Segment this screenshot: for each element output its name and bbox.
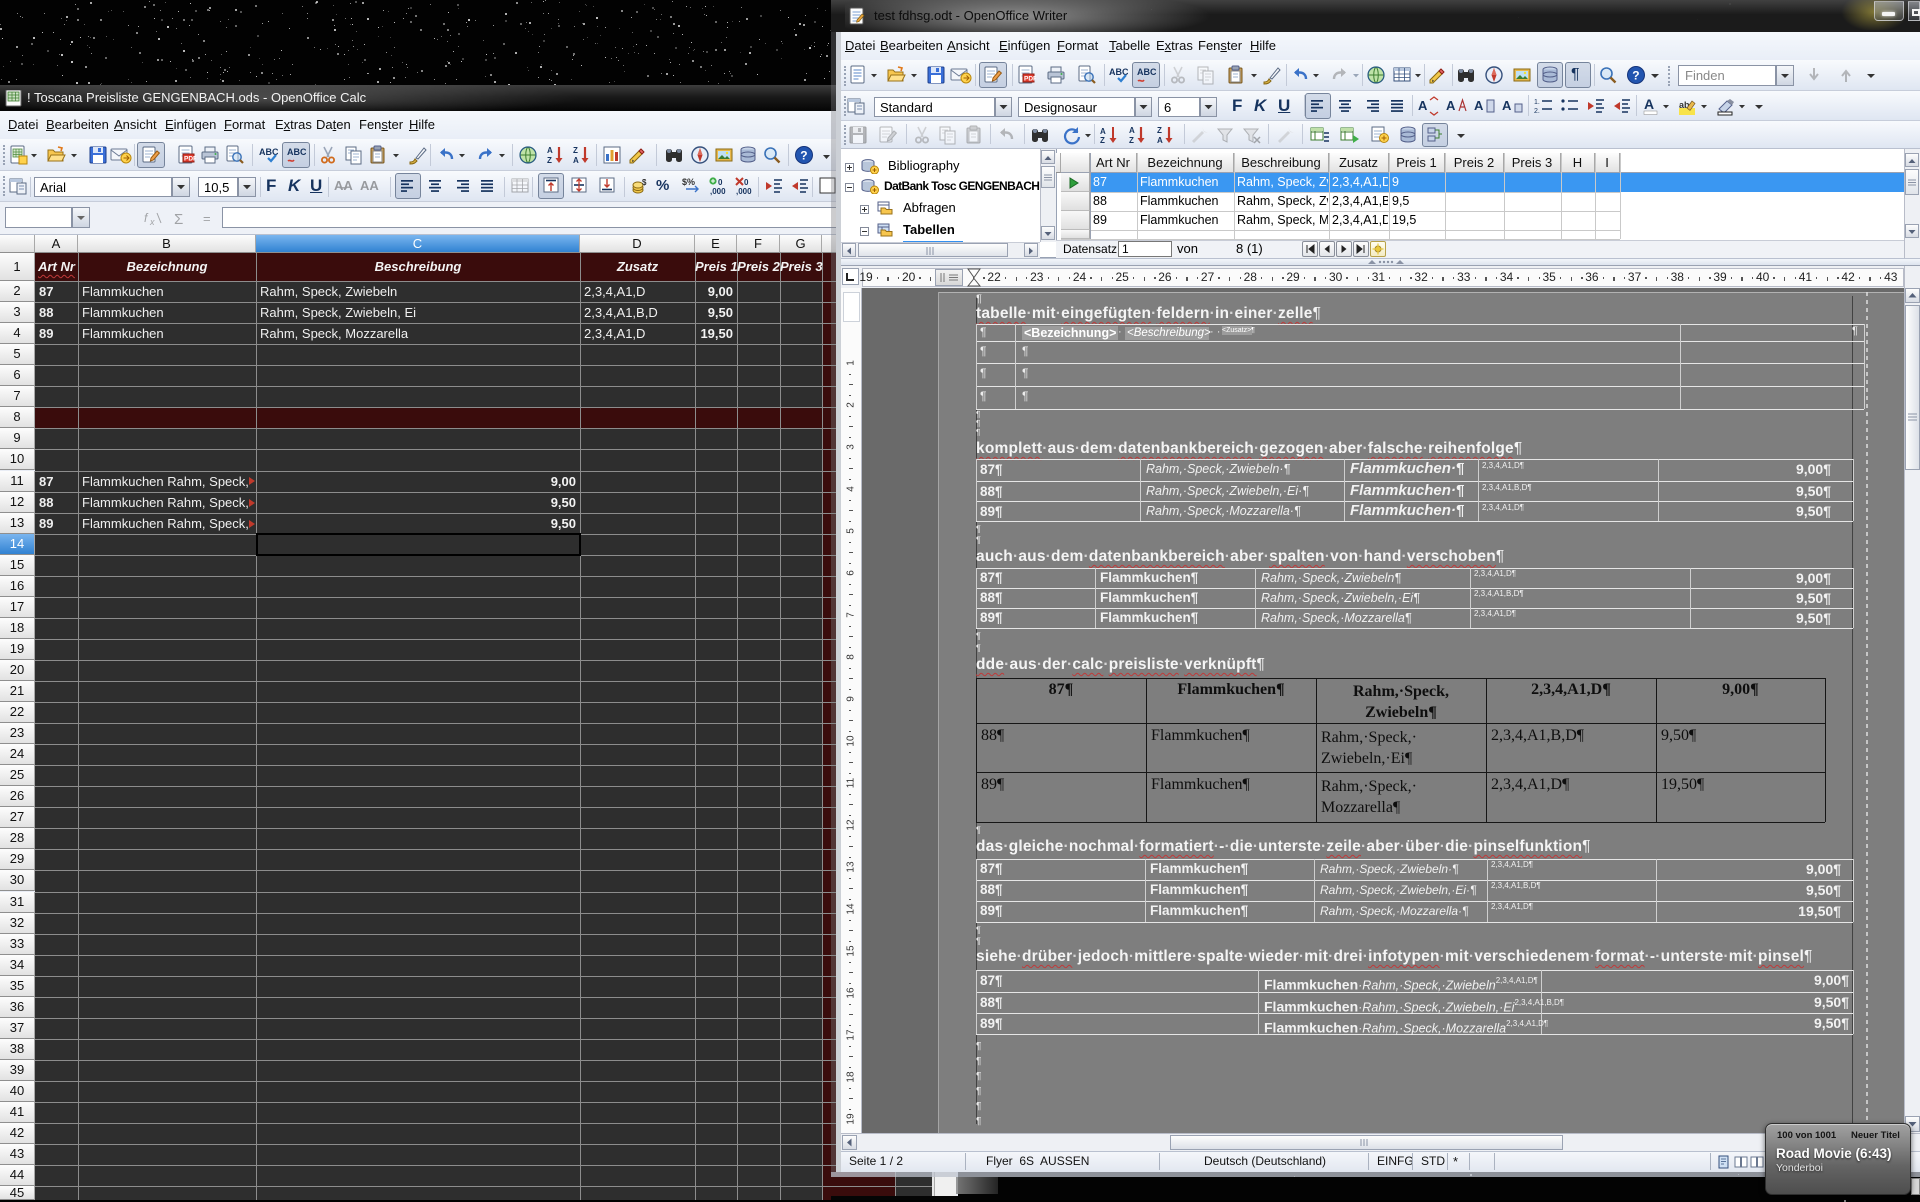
svg-text:A: A (1644, 96, 1654, 112)
svg-text:$%: $% (682, 177, 695, 187)
svg-text:,000: ,000 (710, 187, 726, 196)
svg-text:1.: 1. (1534, 99, 1540, 106)
svg-text:Z: Z (1157, 126, 1162, 135)
svg-text:A: A (1157, 136, 1163, 145)
svg-text:A: A (1446, 98, 1456, 113)
svg-text:A: A (1474, 98, 1484, 113)
svg-text:Σ: Σ (174, 211, 183, 227)
svg-text:A: A (1129, 126, 1135, 135)
svg-text:0: 0 (744, 178, 749, 187)
svg-text:ABC: ABC (287, 147, 306, 157)
svg-text:A: A (547, 146, 553, 155)
svg-text:A: A (573, 156, 579, 165)
svg-text:?: ? (1632, 69, 1639, 83)
svg-text:A: A (1100, 127, 1106, 136)
svg-text:Z: Z (547, 156, 552, 165)
svg-text:A: A (1502, 98, 1512, 113)
svg-text:Z: Z (573, 146, 578, 155)
svg-text:?: ? (800, 149, 807, 163)
svg-text:Z: Z (1129, 136, 1134, 145)
svg-text:,000: ,000 (736, 187, 752, 196)
svg-text:f: f (144, 211, 149, 225)
svg-text:PDF: PDF (184, 156, 196, 163)
svg-text:2.: 2. (1534, 108, 1540, 115)
svg-text:PDF: PDF (1024, 76, 1036, 83)
svg-text:ABC: ABC (1137, 67, 1156, 77)
svg-text:A: A (1418, 98, 1428, 113)
svg-text:x: x (149, 217, 155, 227)
svg-text:$: $ (642, 178, 647, 187)
svg-text:=: = (203, 211, 211, 226)
svg-text:0: 0 (718, 178, 723, 187)
svg-text:Z: Z (1100, 136, 1105, 145)
